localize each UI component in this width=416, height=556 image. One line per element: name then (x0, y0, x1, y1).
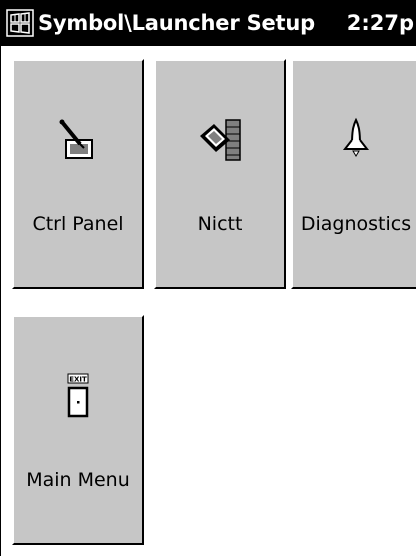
rocket-icon (342, 117, 370, 157)
launcher-screen: Symbol\Launcher Setup 2:27p Ctrl Panel N… (0, 0, 416, 556)
tile-label: Diagnostics (300, 213, 412, 235)
network-card-icon (200, 119, 241, 161)
clock[interactable]: 2:27p (347, 10, 414, 36)
tile-label: Ctrl Panel (32, 213, 124, 235)
tile-label: Main Menu (26, 469, 130, 491)
svg-text:EXIT: EXIT (69, 376, 87, 384)
windows-flag-icon[interactable] (6, 9, 34, 37)
control-panel-pen-icon (59, 119, 93, 159)
launcher-area: Ctrl Panel Nictt Diagnostics EXIT Main M… (0, 46, 416, 556)
tile-label: Nictt (197, 213, 243, 235)
exit-door-icon: EXIT (67, 373, 89, 418)
title-bar: Symbol\Launcher Setup 2:27p (0, 0, 416, 46)
ctrl-panel-button[interactable]: Ctrl Panel (12, 59, 144, 289)
window-title: Symbol\Launcher Setup (38, 11, 315, 35)
nictt-button[interactable]: Nictt (154, 59, 286, 289)
main-menu-button[interactable]: EXIT Main Menu (12, 315, 144, 545)
diagnostics-button[interactable]: Diagnostics (291, 59, 416, 289)
